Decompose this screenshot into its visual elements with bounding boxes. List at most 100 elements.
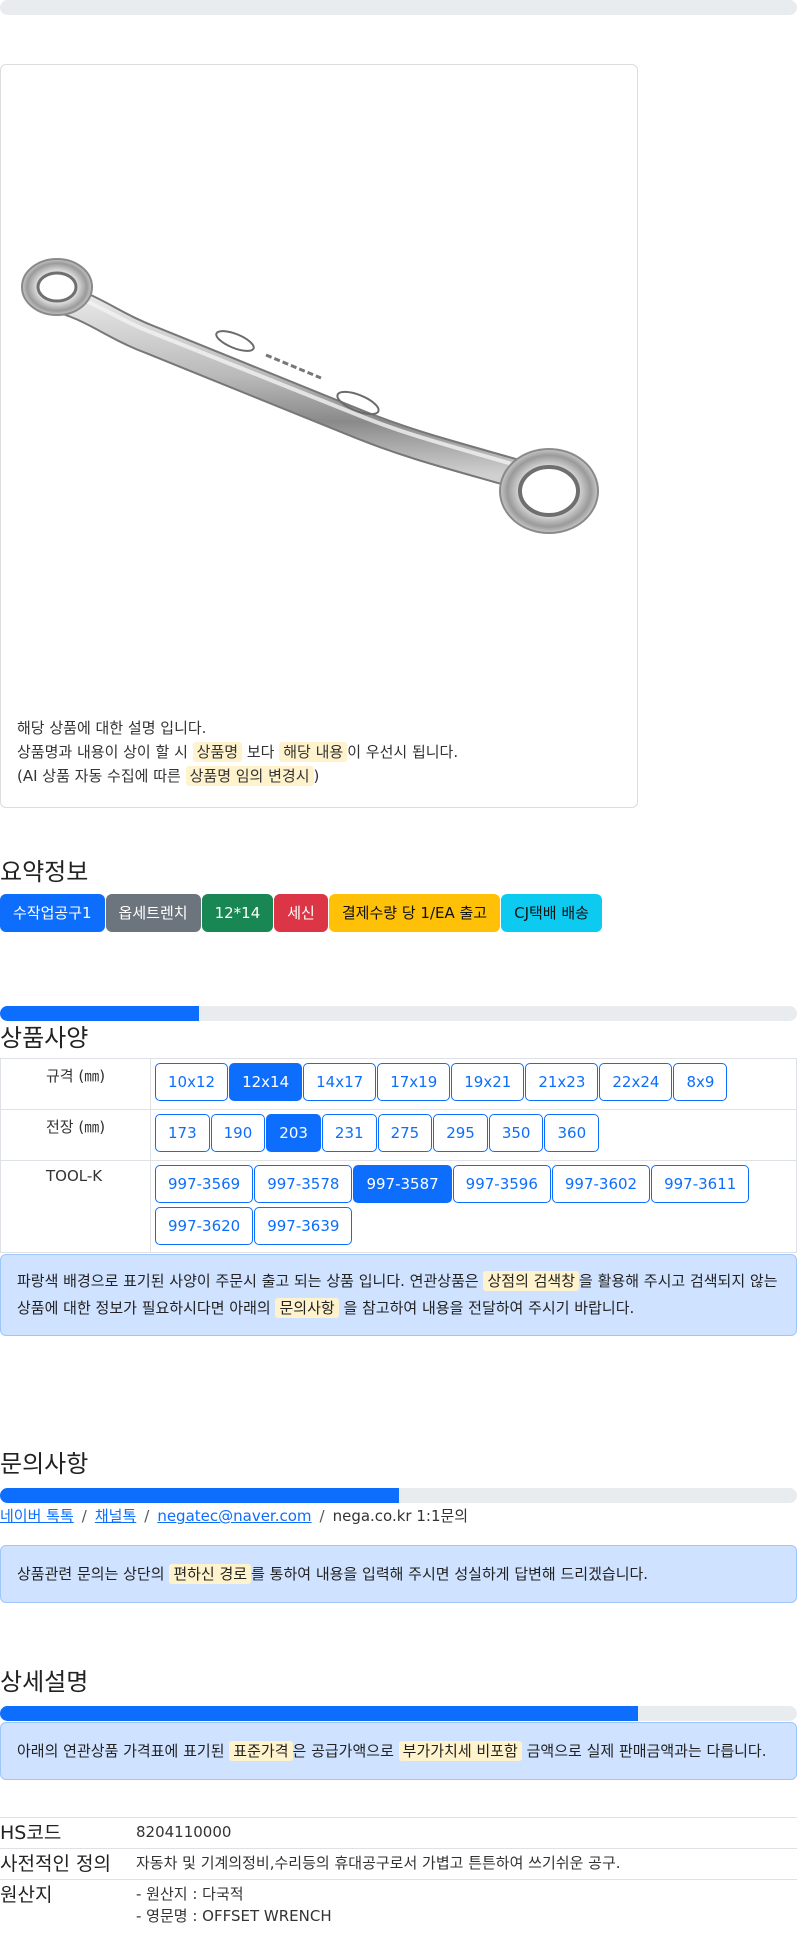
spec-option[interactable]: 997-3620: [155, 1207, 254, 1245]
separator: /: [319, 1507, 325, 1525]
product-image-card: 해당 상품에 대한 설명 입니다. 상품명과 내용이 상이 할 시 상품명 보다…: [0, 64, 638, 808]
spec-option[interactable]: 17x19: [377, 1063, 451, 1101]
spec-row-size: 규격 (㎜) 10x12 12x14 14x17 17x19 19x21 21x23 22x…: [0, 1058, 797, 1110]
detail-row-hs-code: HS코드 8204110000: [0, 1817, 797, 1849]
detail-title: 상세설명: [0, 1668, 89, 1696]
notice-line-2: 상품명과 내용이 상이 할 시 상품명 보다 해당 내용 이 우선시 됩니다.: [17, 740, 458, 764]
detail-table: HS코드 8204110000 사전적인 정의 자동차 및 기계의정비,수리등의…: [0, 1817, 797, 1930]
detail-key: HS코드: [0, 1817, 136, 1849]
highlight-standard-price: 표준가격: [229, 1741, 293, 1761]
spec-options: 997-3569 997-3578 997-3587 997-3596 997-3602…: [150, 1160, 797, 1253]
detail-key: 사전적인 정의: [0, 1848, 136, 1880]
spec-row-tool-k: TOOL-K 997-3569 997-3578 997-3587 997-3596 9…: [0, 1160, 797, 1253]
detail-progress-bar: [0, 1706, 797, 1721]
notice-text: 금액으로 실제 판매금액과는 다릅니다.: [526, 1742, 767, 1760]
detail-row-definition: 사전적인 정의 자동차 및 기계의정비,수리등의 휴대공구로서 가볍고 튼튼하여…: [0, 1848, 797, 1880]
top-progress-bar: [0, 0, 797, 15]
detail-row-origin: 원산지 - 원산지 : 다국적 - 영문명 : OFFSET WRENCH: [0, 1879, 797, 1930]
spec-option-selected[interactable]: 12x14: [229, 1063, 303, 1101]
spec-option[interactable]: 14x17: [303, 1063, 377, 1101]
spec-option[interactable]: 22x24: [599, 1063, 673, 1101]
spec-option[interactable]: 350: [488, 1114, 544, 1152]
detail-notice: 아래의 연관상품 가격표에 표기된 표준가격 은 공급가액으로 부가가치세 비포함…: [0, 1722, 797, 1780]
badge-brand: 세신: [274, 894, 328, 932]
inquiry-progress-bar: [0, 1488, 797, 1503]
notice-line-1: 해당 상품에 대한 설명 입니다.: [17, 719, 207, 737]
inquiry-title: 문의사항: [0, 1450, 89, 1478]
spec-label: 전장 (㎜): [0, 1109, 151, 1161]
spec-table: 규격 (㎜) 10x12 12x14 14x17 17x19 19x21 21x23 22x…: [0, 1058, 797, 1253]
separator: /: [81, 1507, 87, 1525]
notice-text: 파랑색 배경으로 표기된 사양이 주문시 출고 되는 상품 입니다. 연관상품은: [17, 1272, 479, 1290]
detail-value: 8204110000: [136, 1817, 797, 1849]
detail-value: - 원산지 : 다국적 - 영문명 : OFFSET WRENCH: [136, 1879, 797, 1930]
highlight-route: 편하신 경로: [169, 1564, 252, 1584]
notice-text: 은 공급가액으로: [292, 1742, 394, 1760]
spec-options: 10x12 12x14 14x17 17x19 19x21 21x23 22x24 8x9: [150, 1058, 797, 1110]
highlight-inquiry: 문의사항: [275, 1298, 339, 1318]
spec-option[interactable]: 173: [155, 1114, 210, 1152]
notice-text: (AI 상품 자동 수집에 따른: [17, 767, 181, 785]
summary-badges: 수작업공구1 옵세트렌치 12*14 세신 결제수량 당 1/EA 출고 CJ택…: [0, 894, 602, 932]
highlight-product-name: 상품명: [192, 742, 243, 762]
spec-option[interactable]: 10x12: [155, 1063, 229, 1101]
inquiry-channels: 네이버 톡톡 / 채널톡 / negatec@naver.com / nega.co.kr …: [0, 1505, 468, 1526]
separator: /: [144, 1507, 150, 1525]
spec-option[interactable]: 360: [544, 1114, 600, 1152]
spec-progress-bar: [0, 1006, 797, 1021]
naver-talk-link[interactable]: 네이버 톡톡: [0, 1507, 74, 1525]
english-name-line: - 영문명 : OFFSET WRENCH: [136, 1907, 332, 1925]
spec-notice: 파랑색 배경으로 표기된 사양이 주문시 출고 되는 상품 입니다. 연관상품은…: [0, 1254, 797, 1336]
summary-title: 요약정보: [0, 858, 89, 886]
channel-talk-link[interactable]: 채널톡: [95, 1507, 136, 1525]
notice-text: 상품관련 문의는 상단의: [17, 1565, 165, 1583]
spec-label: 규격 (㎜): [0, 1058, 151, 1110]
page: 해당 상품에 대한 설명 입니다. 상품명과 내용이 상이 할 시 상품명 보다…: [0, 0, 797, 1934]
site-inquiry-text: nega.co.kr 1:1문의: [332, 1507, 469, 1525]
notice-line-3: (AI 상품 자동 수집에 따른 상품명 임의 변경시): [17, 764, 458, 788]
spec-option[interactable]: 8x9: [673, 1063, 728, 1101]
notice-text: 를 통하여 내용을 입력해 주시면 성실하게 답변해 드리겠습니다.: [251, 1565, 649, 1583]
detail-value: 자동차 및 기계의정비,수리등의 휴대공구로서 가볍고 튼튼하여 쓰기쉬운 공구…: [136, 1848, 797, 1880]
spec-option[interactable]: 19x21: [451, 1063, 525, 1101]
notice-text: ): [313, 767, 320, 785]
badge-type: 옵세트렌치: [105, 894, 201, 932]
spec-option[interactable]: 997-3639: [254, 1207, 353, 1245]
spec-option[interactable]: 997-3569: [155, 1165, 254, 1203]
spec-label: TOOL-K: [0, 1160, 151, 1253]
detail-key: 원산지: [0, 1879, 136, 1930]
badge-category: 수작업공구1: [0, 894, 105, 932]
image-notice: 해당 상품에 대한 설명 입니다. 상품명과 내용이 상이 할 시 상품명 보다…: [17, 716, 458, 788]
highlight-content: 해당 내용: [279, 742, 348, 762]
inquiry-progress-fill: [0, 1488, 399, 1503]
notice-text: 아래의 연관상품 가격표에 표기된: [17, 1742, 225, 1760]
badge-quantity: 결제수량 당 1/EA 출고: [328, 894, 501, 932]
detail-progress-fill: [0, 1706, 638, 1721]
spec-option[interactable]: 295: [433, 1114, 488, 1152]
origin-line: - 원산지 : 다국적: [136, 1885, 244, 1903]
notice-text: 이 우선시 됩니다.: [347, 743, 459, 761]
badge-shipping: CJ택배 배송: [501, 894, 602, 932]
offset-wrench-image: [21, 258, 599, 534]
spec-option[interactable]: 997-3596: [452, 1165, 551, 1203]
spec-option[interactable]: 231: [321, 1114, 377, 1152]
spec-option-selected[interactable]: 997-3587: [353, 1165, 452, 1203]
highlight-vat-excluded: 부가가치세 비포함: [398, 1741, 522, 1761]
notice-text: 을 참고하여 내용을 전달하여 주시기 바랍니다.: [343, 1299, 635, 1317]
highlight-name-change: 상품명 임의 변경시: [185, 766, 314, 786]
highlight-search: 상점의 검색창: [483, 1271, 580, 1291]
spec-option[interactable]: 997-3611: [651, 1165, 750, 1203]
spec-option[interactable]: 21x23: [525, 1063, 599, 1101]
badge-size: 12*14: [201, 894, 274, 932]
email-link[interactable]: negatec@naver.com: [157, 1507, 311, 1525]
spec-option[interactable]: 997-3602: [551, 1165, 651, 1203]
spec-option[interactable]: 275: [377, 1114, 433, 1152]
notice-text: 보다: [246, 743, 275, 761]
notice-text: 상품명과 내용이 상이 할 시: [17, 743, 188, 761]
spec-title: 상품사양: [0, 1024, 89, 1052]
inquiry-notice: 상품관련 문의는 상단의 편하신 경로 를 통하여 내용을 입력해 주시면 성실하…: [0, 1545, 797, 1603]
spec-option[interactable]: 997-3578: [254, 1165, 353, 1203]
spec-options: 173 190 203 231 275 295 350 360: [150, 1109, 797, 1161]
spec-option-selected[interactable]: 203: [266, 1114, 321, 1152]
spec-option[interactable]: 190: [210, 1114, 266, 1152]
